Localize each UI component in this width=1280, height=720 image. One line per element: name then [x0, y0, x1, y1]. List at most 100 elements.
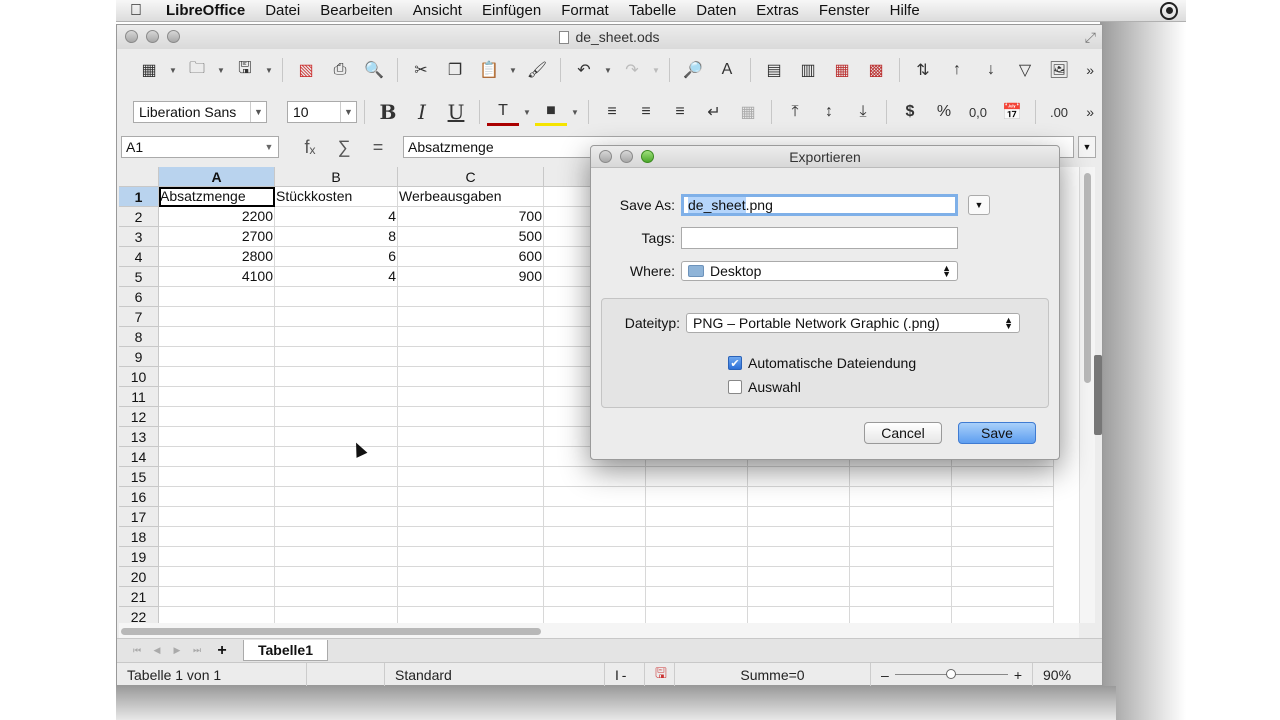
- wrap-text-icon[interactable]: ↵: [698, 98, 730, 126]
- align-bottom-icon[interactable]: ⤓: [847, 98, 879, 126]
- cell-c7[interactable]: [398, 307, 544, 327]
- cell-b3[interactable]: 8: [275, 227, 398, 247]
- cell-c6[interactable]: [398, 287, 544, 307]
- horizontal-scroll-thumb[interactable]: [121, 628, 541, 635]
- cell-a16[interactable]: [159, 487, 275, 507]
- empty-cell[interactable]: [646, 527, 748, 547]
- cell-a9[interactable]: [159, 347, 275, 367]
- insert-image-icon[interactable]: 🖼: [1043, 56, 1075, 84]
- cell-b13[interactable]: [275, 427, 398, 447]
- toolbar-overflow-icon[interactable]: »: [1086, 104, 1094, 120]
- row-header-1[interactable]: 1: [119, 187, 159, 207]
- expand-formula-bar-icon[interactable]: ▼: [1078, 136, 1096, 158]
- redo-dropdown-icon[interactable]: ▼: [650, 56, 662, 84]
- row-header-10[interactable]: 10: [119, 367, 159, 387]
- column-header-a[interactable]: A: [159, 167, 275, 187]
- row-header-5[interactable]: 5: [119, 267, 159, 287]
- sort-ascending-icon[interactable]: ↑: [941, 56, 973, 84]
- cell-a17[interactable]: [159, 507, 275, 527]
- menu-ansicht[interactable]: Ansicht: [403, 0, 472, 22]
- open-icon[interactable]: 🗀: [181, 56, 213, 84]
- row-header-7[interactable]: 7: [119, 307, 159, 327]
- page-style[interactable]: Standard: [385, 663, 605, 686]
- new-dropdown-icon[interactable]: ▼: [167, 56, 179, 84]
- empty-cell[interactable]: [646, 607, 748, 623]
- empty-cell[interactable]: [646, 547, 748, 567]
- cell-c4[interactable]: 600: [398, 247, 544, 267]
- empty-cell[interactable]: [850, 527, 952, 547]
- empty-cell[interactable]: [850, 587, 952, 607]
- paste-dropdown-icon[interactable]: ▼: [507, 56, 519, 84]
- empty-cell[interactable]: [646, 487, 748, 507]
- empty-cell[interactable]: [850, 567, 952, 587]
- number-format-icon[interactable]: 0,0: [962, 98, 994, 126]
- last-sheet-icon[interactable]: ⏭: [187, 645, 207, 656]
- cell-a21[interactable]: [159, 587, 275, 607]
- cell-b12[interactable]: [275, 407, 398, 427]
- cell-b10[interactable]: [275, 367, 398, 387]
- zoom-window-button[interactable]: [167, 30, 180, 43]
- cell-c16[interactable]: [398, 487, 544, 507]
- empty-cell[interactable]: [850, 467, 952, 487]
- cell-c19[interactable]: [398, 547, 544, 567]
- empty-cell[interactable]: [748, 607, 850, 623]
- cell-b4[interactable]: 6: [275, 247, 398, 267]
- menu-app-name[interactable]: LibreOffice: [156, 0, 255, 22]
- row-header-17[interactable]: 17: [119, 507, 159, 527]
- cell-b9[interactable]: [275, 347, 398, 367]
- sum-display[interactable]: Summe=0: [675, 663, 871, 686]
- selection-option[interactable]: Auswahl: [728, 379, 801, 395]
- empty-cell[interactable]: [544, 567, 646, 587]
- cell-b18[interactable]: [275, 527, 398, 547]
- vertical-scrollbar[interactable]: [1079, 167, 1095, 623]
- open-dropdown-icon[interactable]: ▼: [215, 56, 227, 84]
- date-format-icon[interactable]: 📅: [996, 98, 1028, 126]
- merge-cells-icon[interactable]: ▦: [732, 98, 764, 126]
- save-icon[interactable]: 🖫: [229, 56, 261, 84]
- font-color-dropdown-icon[interactable]: ▼: [521, 98, 533, 126]
- cell-a4[interactable]: 2800: [159, 247, 275, 267]
- export-pdf-icon[interactable]: ▧: [290, 56, 322, 84]
- undo-icon[interactable]: ↶: [568, 56, 600, 84]
- cell-b6[interactable]: [275, 287, 398, 307]
- row-icon[interactable]: ▤: [758, 56, 790, 84]
- print-preview-icon[interactable]: 🔍: [358, 56, 390, 84]
- cell-c20[interactable]: [398, 567, 544, 587]
- new-icon[interactable]: ▦: [133, 56, 165, 84]
- cell-c21[interactable]: [398, 587, 544, 607]
- column-header-c[interactable]: C: [398, 167, 544, 187]
- where-popup[interactable]: Desktop ▲ ▼: [681, 261, 958, 281]
- cell-c17[interactable]: [398, 507, 544, 527]
- center-vertically-icon[interactable]: ↕: [813, 98, 845, 126]
- empty-cell[interactable]: [544, 547, 646, 567]
- cell-b16[interactable]: [275, 487, 398, 507]
- cell-b19[interactable]: [275, 547, 398, 567]
- chevron-down-icon[interactable]: ▼: [260, 137, 278, 157]
- paste-icon[interactable]: 📋: [473, 56, 505, 84]
- empty-cell[interactable]: [952, 467, 1054, 487]
- redo-icon[interactable]: ↷: [616, 56, 648, 84]
- autofilter-icon[interactable]: ▽: [1009, 56, 1041, 84]
- column-icon[interactable]: ▥: [792, 56, 824, 84]
- cell-a2[interactable]: 2200: [159, 207, 275, 227]
- cell-a14[interactable]: [159, 447, 275, 467]
- function-wizard-icon[interactable]: fₓ: [293, 137, 327, 158]
- formula-icon[interactable]: =: [361, 137, 395, 158]
- font-color-icon[interactable]: T: [487, 98, 519, 126]
- cell-a1[interactable]: Absatzmenge: [159, 187, 275, 207]
- zoom-out-button[interactable]: –: [881, 667, 889, 683]
- empty-cell[interactable]: [748, 467, 850, 487]
- minimize-window-button[interactable]: [146, 30, 159, 43]
- row-header-8[interactable]: 8: [119, 327, 159, 347]
- menu-einfuegen[interactable]: Einfügen: [472, 0, 551, 22]
- menu-fenster[interactable]: Fenster: [809, 0, 880, 22]
- cell-b7[interactable]: [275, 307, 398, 327]
- zoom-level[interactable]: 90%: [1033, 663, 1081, 686]
- cell-b8[interactable]: [275, 327, 398, 347]
- sort-icon[interactable]: ⇅: [907, 56, 939, 84]
- delete-columns-icon[interactable]: ▩: [860, 56, 892, 84]
- save-dropdown-icon[interactable]: ▼: [263, 56, 275, 84]
- empty-cell[interactable]: [952, 507, 1054, 527]
- auto-extension-option[interactable]: ✔ Automatische Dateiendung: [728, 355, 916, 371]
- insert-mode-icon[interactable]: I ‐: [605, 663, 645, 686]
